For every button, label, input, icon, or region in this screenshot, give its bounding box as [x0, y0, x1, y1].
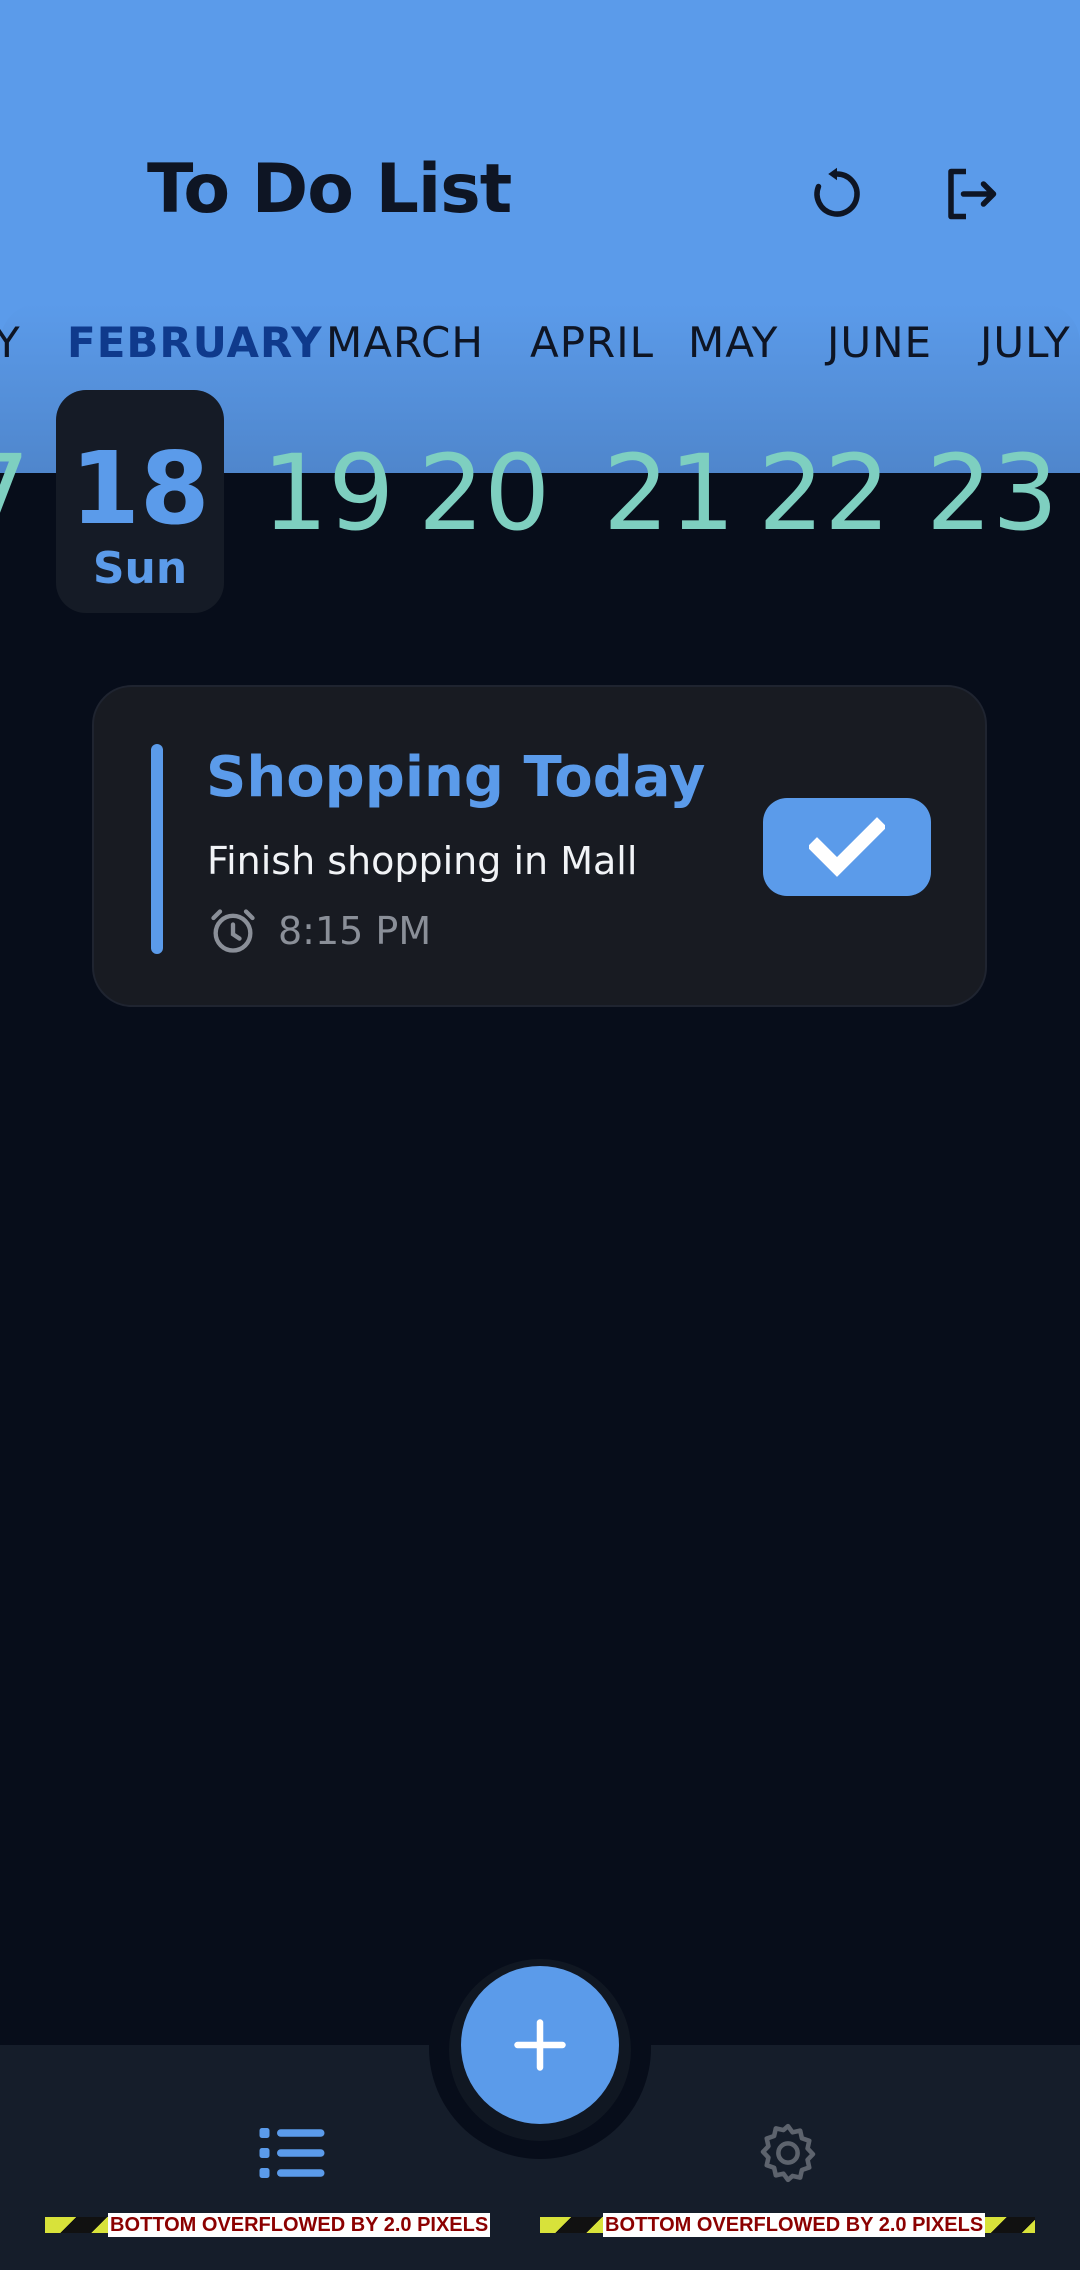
overflow-warning: BOTTOM OVERFLOWED BY 2.0 PIXELS [603, 2213, 986, 2237]
nav-task-list[interactable] [247, 2108, 337, 2198]
alarm-clock-icon [211, 909, 255, 953]
add-task-button[interactable] [461, 1966, 619, 2124]
logout-button[interactable] [931, 154, 1011, 234]
plus-icon [514, 2019, 566, 2071]
refresh-icon [814, 167, 860, 217]
day-item-selected[interactable]: 18 Sun [56, 390, 224, 613]
check-icon [809, 817, 885, 877]
day-weekday: Sun [92, 543, 188, 594]
task-accent-bar [151, 744, 163, 954]
task-complete-button[interactable] [763, 798, 931, 896]
month-item-selected[interactable]: FEBRUARY [67, 318, 323, 367]
month-item[interactable]: MAY [688, 318, 778, 367]
month-item[interactable]: MARCH [326, 318, 484, 367]
month-item[interactable]: APRIL [530, 318, 654, 367]
nav-settings[interactable] [743, 2108, 833, 2198]
day-item[interactable]: 22 [758, 432, 890, 554]
day-item[interactable]: 21 [603, 432, 735, 554]
list-icon [259, 2128, 325, 2178]
day-item[interactable]: 7 [0, 432, 30, 554]
task-description: Finish shopping in Mall [207, 839, 638, 883]
day-item[interactable]: 19 [262, 432, 394, 554]
gear-icon [760, 2123, 816, 2183]
task-time: 8:15 PM [278, 909, 432, 953]
day-item[interactable]: 23 [926, 432, 1058, 554]
day-item[interactable]: 20 [418, 432, 550, 554]
task-title: Shopping Today [206, 745, 706, 810]
task-card[interactable]: Shopping Today Finish shopping in Mall 8… [92, 685, 987, 1007]
month-item[interactable]: Y [0, 318, 21, 367]
day-number: 18 [70, 430, 210, 547]
logout-icon [948, 168, 997, 220]
overflow-warning: BOTTOM OVERFLOWED BY 2.0 PIXELS [108, 2213, 491, 2237]
month-item[interactable]: JULY [980, 318, 1071, 367]
month-item[interactable]: JUNE [827, 318, 932, 367]
refresh-button[interactable] [797, 154, 877, 234]
page-title: To Do List [147, 150, 512, 229]
